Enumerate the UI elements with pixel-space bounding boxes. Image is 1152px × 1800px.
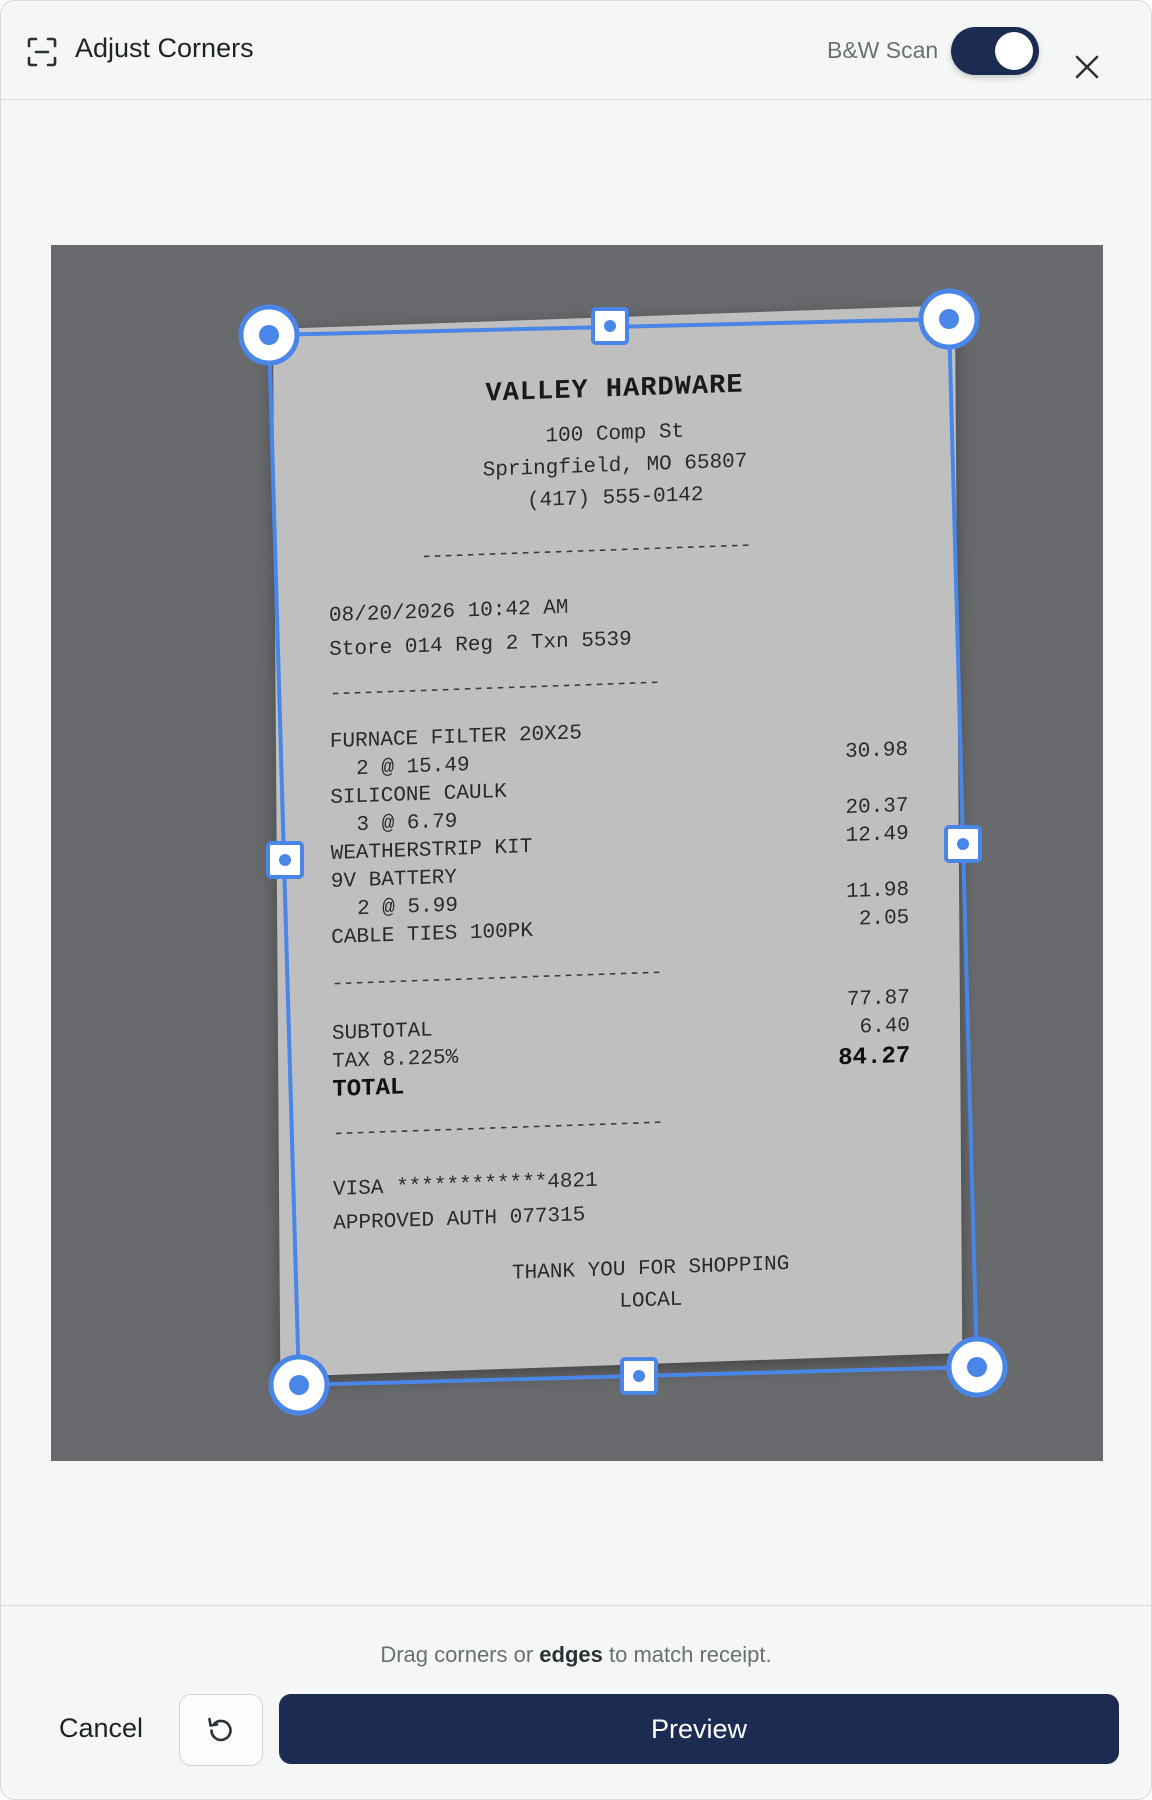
item-amount: 11.98 <box>845 878 910 905</box>
separator: ------------------------------ <box>329 671 660 707</box>
bw-scan-toggle[interactable] <box>951 27 1039 75</box>
corner-handle-top-left[interactable] <box>238 304 300 366</box>
separator: ------------------------------ <box>420 534 751 569</box>
item-name: WEATHERSTRIP KIT <box>330 835 533 866</box>
approval-code: APPROVED AUTH 077315 <box>333 1204 586 1236</box>
rotate-ccw-icon <box>208 1717 232 1742</box>
item-amount: 20.37 <box>845 794 909 821</box>
item-amount: 2.05 <box>858 906 910 932</box>
dialog-footer: Drag corners or edges to match receipt. … <box>1 1605 1151 1799</box>
item-name: SILICONE CAULK <box>330 780 507 811</box>
hint-prefix: Drag corners or <box>380 1642 540 1667</box>
item-qty: 2 @ 15.49 <box>356 754 470 782</box>
instruction-text: Drag corners or edges to match receipt. <box>1 1642 1151 1668</box>
card-info: VISA ************4821 <box>332 1169 598 1202</box>
total-amount: 84.27 <box>838 1042 911 1073</box>
scan-frame-icon <box>27 37 57 67</box>
item-qty: 2 @ 5.99 <box>356 894 458 922</box>
cancel-button[interactable]: Cancel <box>41 1692 161 1764</box>
dialog-header: Adjust Corners B&W Scan <box>1 1 1151 100</box>
receipt-store-info: Store 014 Reg 2 Txn 5539 <box>329 628 632 663</box>
dialog-title: Adjust Corners <box>75 33 254 63</box>
item-amount: 30.98 <box>844 738 909 765</box>
edge-handle-left[interactable] <box>266 841 304 879</box>
adjust-corners-dialog: Adjust Corners B&W Scan VALLEY HARDWARE … <box>0 0 1152 1800</box>
separator: ------------------------------ <box>331 961 662 996</box>
tax-label: TAX 8.225% <box>332 1046 459 1074</box>
toggle-knob <box>995 32 1033 70</box>
corner-handle-bottom-right[interactable] <box>946 1336 1008 1398</box>
corner-handle-top-right[interactable] <box>918 288 980 350</box>
receipt-datetime: 08/20/2026 10:42 AM <box>328 596 569 629</box>
hint-suffix: to match receipt. <box>602 1642 772 1667</box>
reset-button[interactable] <box>179 1694 263 1766</box>
hint-bold: edges <box>539 1642 603 1667</box>
subtotal-amount: 77.87 <box>846 986 910 1012</box>
item-name: 9V BATTERY <box>330 866 457 894</box>
tax-amount: 6.40 <box>859 1014 911 1040</box>
total-label: TOTAL <box>332 1074 405 1104</box>
edge-handle-top[interactable] <box>591 307 629 345</box>
close-icon[interactable] <box>1073 53 1101 81</box>
preview-button[interactable]: Preview <box>279 1694 1119 1764</box>
item-name: FURNACE FILTER 20X25 <box>329 722 583 755</box>
item-qty: 3 @ 6.79 <box>356 810 458 838</box>
edge-handle-right[interactable] <box>944 825 982 863</box>
bw-scan-label: B&W Scan <box>827 37 939 63</box>
store-name: VALLEY HARDWARE <box>485 370 744 410</box>
subtotal-label: SUBTOTAL <box>331 1019 433 1046</box>
item-amount: 12.49 <box>845 822 909 849</box>
corner-handle-bottom-left[interactable] <box>268 1354 330 1416</box>
edge-handle-bottom[interactable] <box>620 1357 658 1395</box>
separator: ------------------------------ <box>332 1111 663 1146</box>
item-name: CABLE TIES 100PK <box>331 919 533 950</box>
receipt-image: VALLEY HARDWARE 100 Comp St Springfield,… <box>273 305 963 1377</box>
